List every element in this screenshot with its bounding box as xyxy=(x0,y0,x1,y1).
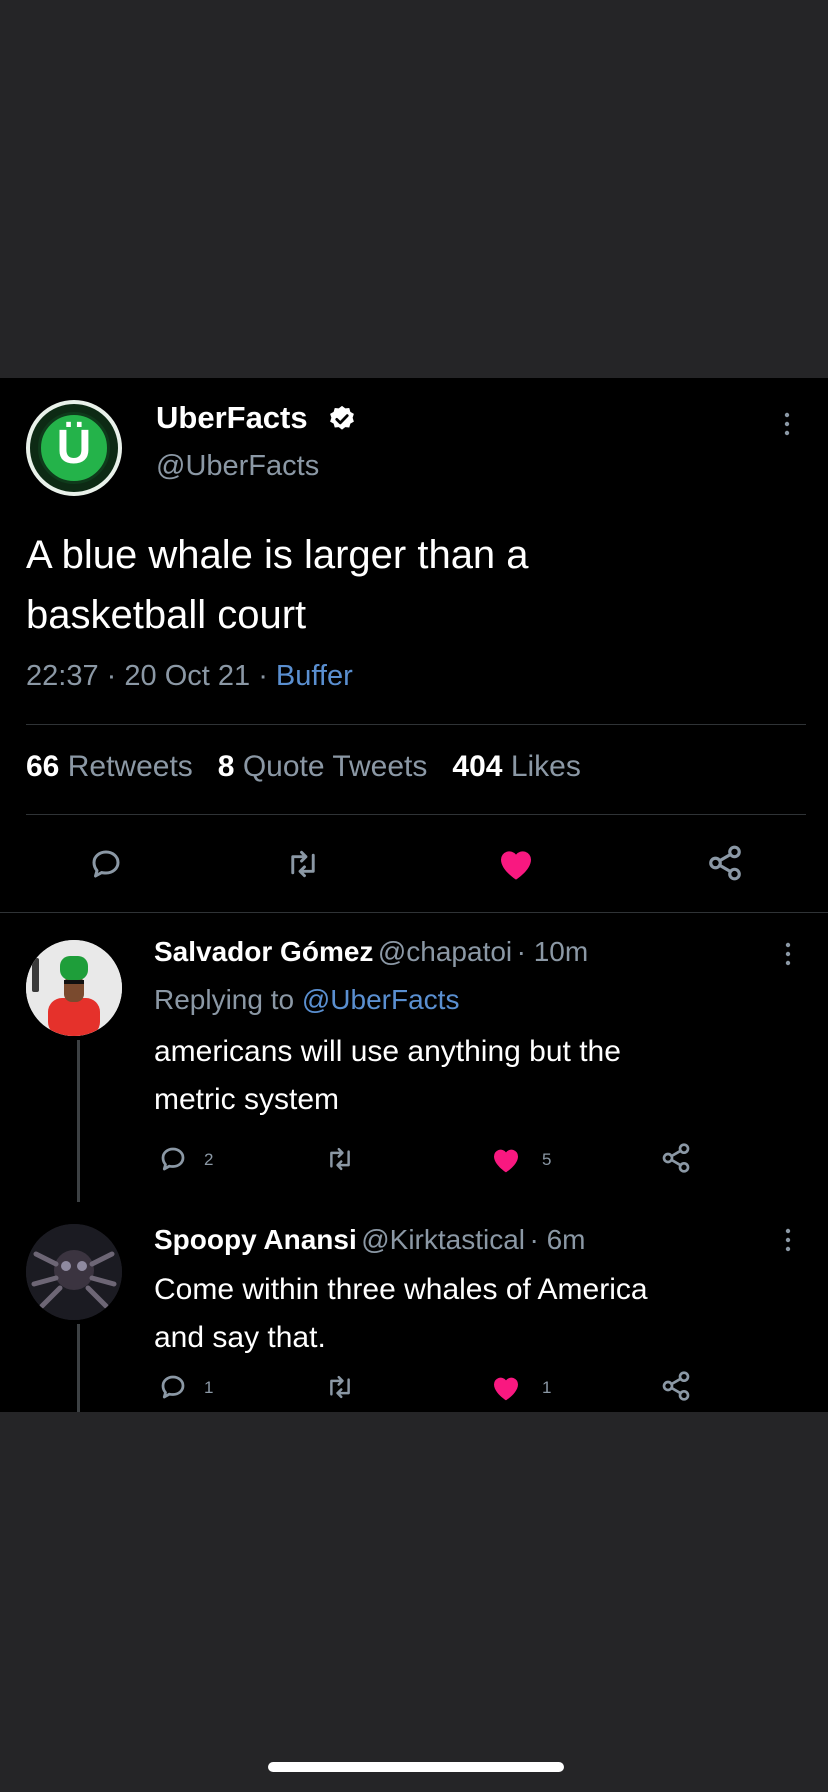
reply-bubble-icon[interactable] xyxy=(88,846,124,887)
reply-1-text-line-1: americans will use anything but the xyxy=(154,1035,621,1068)
heart-icon[interactable] xyxy=(490,1144,522,1179)
heart-icon[interactable] xyxy=(490,1372,522,1407)
more-vertical-icon[interactable] xyxy=(783,940,793,970)
retweets-count: 66 xyxy=(26,750,60,783)
tweet-time[interactable]: 22:37 xyxy=(26,660,99,692)
likes-stat[interactable]: 404 Likes xyxy=(452,750,580,783)
replying-to-handle[interactable]: @UberFacts xyxy=(302,984,460,1015)
reply-1-avatar[interactable] xyxy=(26,940,122,1036)
tweet-source[interactable]: Buffer xyxy=(276,660,353,692)
tweet-date[interactable]: 20 Oct 21 xyxy=(124,660,250,692)
quotes-stat[interactable]: 8 Quote Tweets xyxy=(218,750,428,783)
more-vertical-icon[interactable] xyxy=(783,1226,793,1256)
reply-2-avatar[interactable] xyxy=(26,1224,122,1320)
likes-count: 404 xyxy=(452,750,503,783)
tweet-panel: Ü UberFacts @UberFacts A blue whale is l… xyxy=(0,378,828,1412)
tweet-stats: 66 Retweets 8 Quote Tweets 404 Likes xyxy=(26,750,581,784)
avatar-letter: Ü xyxy=(56,421,92,474)
author-name[interactable]: UberFacts xyxy=(156,400,308,436)
reply-2-handle[interactable]: @Kirktastical xyxy=(361,1224,525,1255)
reply-2-text-line-1: Come within three whales of America xyxy=(154,1273,648,1306)
divider xyxy=(26,814,806,815)
divider xyxy=(26,724,806,725)
reply-bubble-icon[interactable] xyxy=(158,1372,188,1407)
meta-separator: · xyxy=(106,660,117,692)
avatar-ring: Ü xyxy=(38,412,110,484)
reply-1-handle[interactable]: @chapatoi xyxy=(378,936,512,967)
likes-label: Likes xyxy=(510,750,581,783)
share-icon[interactable] xyxy=(660,1142,692,1179)
reply-2-name[interactable]: Spoopy Anansi xyxy=(154,1224,357,1255)
reply-2-text-line-2: and say that. xyxy=(154,1321,326,1354)
reply-1-text-line-2: metric system xyxy=(154,1083,340,1116)
tweet-text-line-1: A blue whale is larger than a xyxy=(26,533,529,577)
reply-1-header: Salvador Gómez @chapatoi · 10m xyxy=(154,936,588,968)
tweet-text-line-2: basketball court xyxy=(26,593,307,637)
reply-2-time[interactable]: · 6m xyxy=(529,1224,585,1255)
divider xyxy=(0,912,828,913)
author-handle[interactable]: @UberFacts xyxy=(156,450,319,483)
retweets-stat[interactable]: 66 Retweets xyxy=(26,750,193,783)
reply-bubble-icon[interactable] xyxy=(158,1144,188,1179)
quotes-label: Quote Tweets xyxy=(242,750,428,783)
retweet-icon[interactable] xyxy=(324,1372,356,1407)
heart-icon[interactable] xyxy=(496,844,536,887)
reply-2-reply-count: 1 xyxy=(204,1378,214,1397)
reply-1-name[interactable]: Salvador Gómez xyxy=(154,936,373,967)
retweet-icon[interactable] xyxy=(284,846,322,887)
quotes-count: 8 xyxy=(217,750,235,783)
reply-2-header: Spoopy Anansi @Kirktastical · 6m xyxy=(154,1224,585,1256)
meta-separator: · xyxy=(258,660,268,692)
home-indicator[interactable] xyxy=(268,1762,564,1772)
uberfacts-avatar[interactable]: Ü xyxy=(26,400,122,496)
share-icon[interactable] xyxy=(660,1370,692,1407)
reply-1-time[interactable]: · 10m xyxy=(517,936,589,967)
reply-2-like-count: 1 xyxy=(542,1378,552,1397)
replying-prefix: Replying to xyxy=(154,984,295,1015)
share-icon[interactable] xyxy=(706,844,744,887)
reply-1-like-count: 5 xyxy=(542,1150,552,1169)
replying-to: Replying to @UberFacts xyxy=(154,984,459,1016)
more-vertical-icon[interactable] xyxy=(782,410,792,440)
thread-line xyxy=(77,1040,80,1202)
retweet-icon[interactable] xyxy=(324,1144,356,1179)
thread-line xyxy=(77,1324,80,1412)
reply-1-reply-count: 2 xyxy=(204,1150,214,1169)
retweets-label: Retweets xyxy=(67,750,193,783)
verified-badge-icon xyxy=(327,404,357,434)
tweet-meta: 22:37 · 20 Oct 21 · Buffer xyxy=(26,660,353,693)
